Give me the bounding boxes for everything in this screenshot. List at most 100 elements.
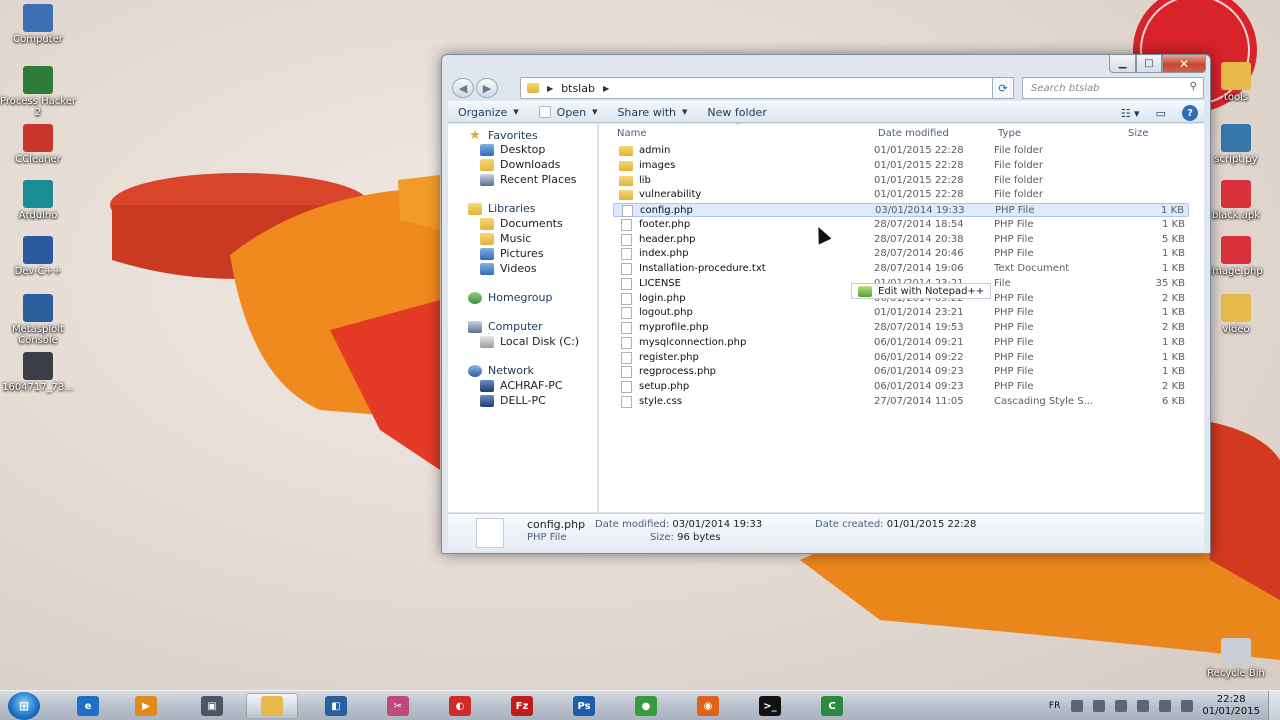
nav-local-disk[interactable]: Local Disk (C:) (480, 335, 579, 348)
start-button[interactable]: ⊞ (8, 692, 40, 720)
maximize-button[interactable]: □ (1136, 55, 1162, 73)
taskbar-app-button[interactable]: >_ (744, 693, 796, 719)
breadcrumb[interactable]: ▶ btslab ▶ ▼ (520, 77, 1010, 99)
nav-pictures[interactable]: Pictures (480, 247, 544, 260)
search-icon[interactable]: ⚲ (1190, 81, 1197, 92)
new-folder-button[interactable]: New folder (697, 101, 776, 123)
file-row[interactable]: vulnerability 01/01/2015 22:28 File fold… (613, 188, 1189, 202)
nav-favorites[interactable]: ★ Favorites (468, 128, 538, 143)
file-row[interactable]: footer.php 28/07/2014 18:54 PHP File 1 K… (613, 218, 1189, 232)
file-row[interactable]: regprocess.php 06/01/2014 09:23 PHP File… (613, 365, 1189, 379)
back-button[interactable]: ◀ (452, 78, 474, 98)
file-row[interactable]: lib 01/01/2015 22:28 File folder (613, 174, 1189, 188)
file-size: 1 KB (1162, 307, 1185, 319)
refresh-button[interactable]: ⟳ (992, 77, 1014, 99)
volume-icon[interactable] (1181, 700, 1194, 712)
file-row[interactable]: register.php 06/01/2014 09:22 PHP File 1… (613, 351, 1189, 365)
taskbar-app-button[interactable]: ◧ (310, 693, 362, 719)
column-label: Name (617, 127, 647, 139)
column-header-type[interactable]: Type (998, 124, 1021, 142)
search-input[interactable]: Search btslab ⚲ (1022, 77, 1204, 99)
desktop-icon-item[interactable]: 1604717_73... (0, 352, 76, 393)
taskbar-app-button[interactable]: ● (620, 693, 672, 719)
desktop-icon-item[interactable]: CCleaner (0, 124, 76, 165)
taskbar-app-button[interactable]: ✂ (372, 693, 424, 719)
view-options-icon[interactable]: ☷ ▾ (1121, 107, 1140, 120)
file-row[interactable]: admin 01/01/2015 22:28 File folder (613, 144, 1189, 158)
taskbar-app-button[interactable]: ◐ (434, 693, 486, 719)
file-type: PHP File (994, 233, 1034, 245)
file-icon (621, 381, 632, 393)
desktop-icon-label: CCleaner (15, 154, 61, 165)
file-row[interactable]: setup.php 06/01/2014 09:23 PHP File 2 KB (613, 380, 1189, 394)
file-icon (621, 395, 632, 408)
clock[interactable]: 22:28 01/01/2015 (1202, 694, 1260, 718)
column-header-name[interactable]: Name (617, 124, 647, 142)
desktop-icon-item[interactable]: Arduino (0, 180, 76, 221)
taskbar-app-button[interactable] (246, 693, 298, 719)
details-filetype: PHP File (527, 532, 567, 543)
desktop-icon-label: Metasploit Console (12, 324, 64, 346)
column-header-size[interactable]: Size (1128, 124, 1149, 142)
file-icon (621, 263, 632, 275)
filezilla-icon: Fz (511, 696, 533, 716)
nav-recent-places[interactable]: Recent Places (480, 173, 577, 186)
nav-computer[interactable]: Computer (468, 320, 543, 333)
open-button[interactable]: Open ▼ (529, 101, 608, 123)
minimize-button[interactable]: ▁ (1109, 55, 1136, 73)
action-center-icon[interactable] (1137, 700, 1150, 712)
taskbar-app-button[interactable]: Fz (496, 693, 548, 719)
nav-libraries[interactable]: Libraries (468, 202, 536, 215)
column-header-date-modified[interactable]: Date modified (878, 124, 949, 142)
taskbar-app-button[interactable]: e (62, 693, 114, 719)
nav-documents[interactable]: Documents (480, 217, 563, 230)
desktop-icon-item[interactable]: Dev-C++ (0, 236, 76, 277)
file-row[interactable]: index.php 28/07/2014 20:46 PHP File 1 KB (613, 247, 1189, 261)
file-row[interactable]: config.php 03/01/2014 19:33 PHP File 1 K… (613, 203, 1189, 217)
taskbar-app-button[interactable]: ▣ (186, 693, 238, 719)
show-desktop-button[interactable] (1268, 691, 1280, 720)
help-icon[interactable] (1071, 700, 1084, 712)
show-hidden-icons-icon[interactable] (1115, 700, 1128, 712)
firefox-icon: ◉ (697, 696, 719, 716)
desktop-icon-item[interactable]: Metasploit Console (0, 294, 76, 346)
taskbar-app-button[interactable]: Ps (558, 693, 610, 719)
nav-desktop[interactable]: Desktop (480, 143, 545, 156)
file-row[interactable]: style.css 27/07/2014 11:05 Cascading Sty… (613, 395, 1189, 409)
recent-places-icon (480, 173, 494, 186)
help-icon[interactable]: ? (1182, 105, 1198, 121)
breadcrumb-arrow-icon[interactable]: ▶ (547, 84, 553, 93)
organize-button[interactable]: Organize ▼ (448, 101, 529, 123)
taskbar-app-button[interactable]: C (806, 693, 858, 719)
desktop-icon-item[interactable]: Computer (0, 4, 76, 45)
language-indicator[interactable]: FR (1049, 701, 1060, 711)
nav-music[interactable]: Music (480, 232, 531, 245)
desktop-icon-item[interactable]: Recycle Bin (1198, 638, 1274, 679)
share-with-button[interactable]: Share with ▼ (607, 101, 697, 123)
taskbar-app-button[interactable]: ◉ (682, 693, 734, 719)
nav-network[interactable]: Network (468, 364, 534, 377)
network-icon[interactable] (1093, 700, 1106, 712)
desktop-icon-item[interactable]: Process Hacker 2 (0, 66, 76, 118)
close-button[interactable]: ✕ (1162, 55, 1206, 73)
forward-button[interactable]: ▶ (476, 78, 498, 98)
nav-videos[interactable]: Videos (480, 262, 537, 275)
nav-dell-pc[interactable]: DELL-PC (480, 394, 546, 407)
folder-icon (1221, 62, 1251, 90)
file-row[interactable]: mysqlconnection.php 06/01/2014 09:21 PHP… (613, 336, 1189, 350)
file-type: File folder (994, 159, 1043, 171)
file-row[interactable]: Installation-procedure.txt 28/07/2014 19… (613, 262, 1189, 276)
battery-icon[interactable] (1159, 700, 1172, 712)
navigation-pane: ★ Favorites Desktop Downloads Recent Plac… (448, 124, 598, 512)
nav-achraf-pc[interactable]: ACHRAF-PC (480, 379, 563, 392)
file-row[interactable]: logout.php 01/01/2014 23:21 PHP File 1 K… (613, 306, 1189, 320)
file-row[interactable]: myprofile.php 28/07/2014 19:53 PHP File … (613, 321, 1189, 335)
preview-pane-icon[interactable]: ▭ (1156, 107, 1166, 120)
nav-downloads[interactable]: Downloads (480, 158, 560, 171)
taskbar-app-button[interactable]: ▶ (120, 693, 172, 719)
breadcrumb-item-btslab[interactable]: btslab (561, 82, 595, 95)
file-row[interactable]: header.php 28/07/2014 20:38 PHP File 5 K… (613, 233, 1189, 247)
file-row[interactable]: images 01/01/2015 22:28 File folder (613, 159, 1189, 173)
nav-homegroup[interactable]: Homegroup (468, 291, 552, 304)
breadcrumb-arrow-icon[interactable]: ▶ (603, 84, 609, 93)
